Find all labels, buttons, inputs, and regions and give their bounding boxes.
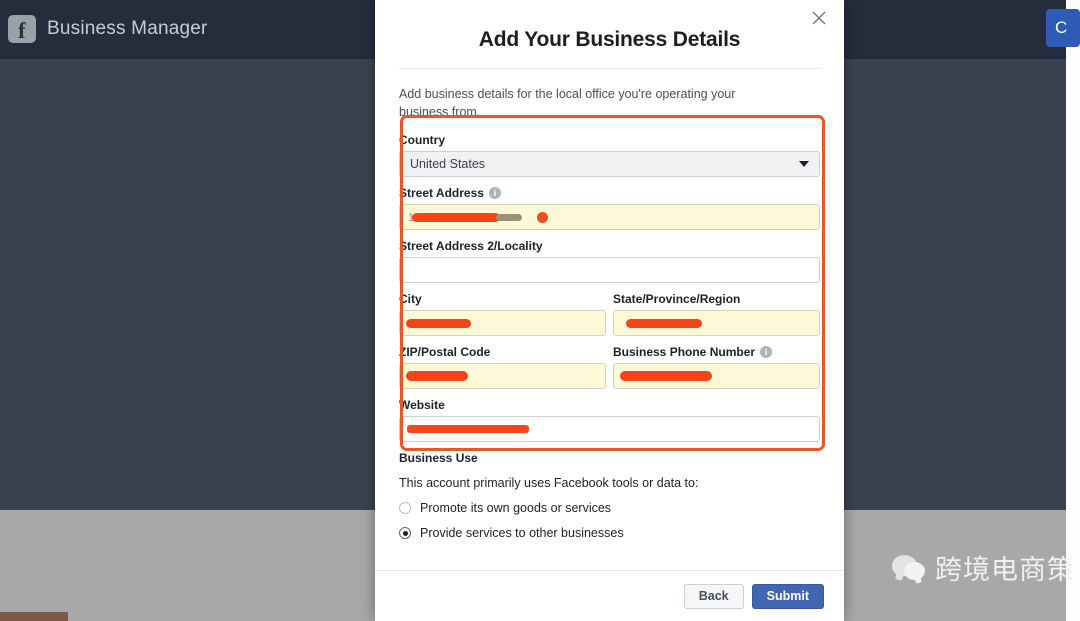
business-manager-brand[interactable]: f Business Manager (8, 15, 208, 43)
radio-icon[interactable] (399, 502, 411, 514)
label-zip: ZIP/Postal Code (399, 345, 606, 359)
label-state: State/Province/Region (613, 292, 820, 306)
redaction-mark (407, 425, 529, 433)
facebook-logo-glyph: f (18, 19, 26, 42)
business-details-dialog: Add Your Business Details Add business d… (375, 0, 844, 621)
redaction-mark (537, 212, 548, 223)
field-zip: ZIP/Postal Code (399, 345, 606, 389)
field-street-address-2: Street Address 2/Locality (399, 239, 820, 283)
country-select[interactable]: United States (399, 151, 820, 177)
street-address-2-input[interactable] (399, 257, 820, 283)
dialog-footer: Back Submit (375, 570, 844, 621)
dialog-description: Add business details for the local offic… (399, 85, 739, 121)
business-use-question: This account primarily uses Facebook too… (399, 476, 820, 490)
label-street-address: Street Address i (399, 186, 820, 200)
chevron-down-icon (799, 161, 809, 167)
field-state: State/Province/Region (613, 292, 820, 336)
city-input[interactable] (399, 310, 606, 336)
background-brown-strip (0, 612, 68, 621)
field-website: Website (399, 398, 820, 442)
close-icon[interactable] (808, 7, 830, 29)
website-input[interactable] (399, 416, 820, 442)
label-street-address-2: Street Address 2/Locality (399, 239, 820, 253)
wechat-icon (892, 553, 926, 583)
label-website: Website (399, 398, 820, 412)
zip-input[interactable] (399, 363, 606, 389)
info-icon[interactable]: i (489, 187, 501, 199)
state-input[interactable] (613, 310, 820, 336)
field-phone: Business Phone Number i (613, 345, 820, 389)
zip-phone-row: ZIP/Postal Code Business Phone Number i (399, 345, 820, 398)
radio-icon-selected[interactable] (399, 527, 411, 539)
dialog-body: Add business details for the local offic… (375, 69, 844, 570)
label-phone: Business Phone Number i (613, 345, 820, 359)
field-country: Country United States (399, 133, 820, 177)
radio-label: Provide services to other businesses (420, 526, 624, 540)
redaction-mark (626, 319, 702, 328)
redaction-mark (620, 371, 712, 381)
info-icon[interactable]: i (760, 346, 772, 358)
facebook-logo-icon: f (8, 15, 36, 43)
redaction-mark (496, 214, 522, 221)
watermark: 跨境电商策 (892, 548, 1075, 587)
country-select-value: United States (410, 157, 485, 171)
top-right-action-button[interactable]: C (1046, 9, 1080, 47)
phone-input[interactable] (613, 363, 820, 389)
redaction-mark (412, 213, 500, 222)
brand-title: Business Manager (47, 18, 208, 40)
radio-option-provide[interactable]: Provide services to other businesses (399, 526, 820, 540)
page-title: Add Your Business Details (375, 0, 844, 52)
field-city: City (399, 292, 606, 336)
label-city: City (399, 292, 606, 306)
background-right-margin (1066, 0, 1080, 621)
redaction-mark (406, 319, 471, 328)
submit-button[interactable]: Submit (752, 584, 824, 609)
back-button[interactable]: Back (684, 584, 744, 609)
city-state-row: City State/Province/Region (399, 292, 820, 345)
field-street-address: Street Address i 1234 W (399, 186, 820, 230)
label-country: Country (399, 133, 820, 147)
redaction-mark (406, 371, 468, 381)
watermark-text: 跨境电商策 (935, 548, 1075, 587)
business-use-title: Business Use (399, 451, 820, 465)
radio-label: Promote its own goods or services (420, 501, 611, 515)
radio-option-promote[interactable]: Promote its own goods or services (399, 501, 820, 515)
street-address-input[interactable]: 1234 W (399, 204, 820, 230)
